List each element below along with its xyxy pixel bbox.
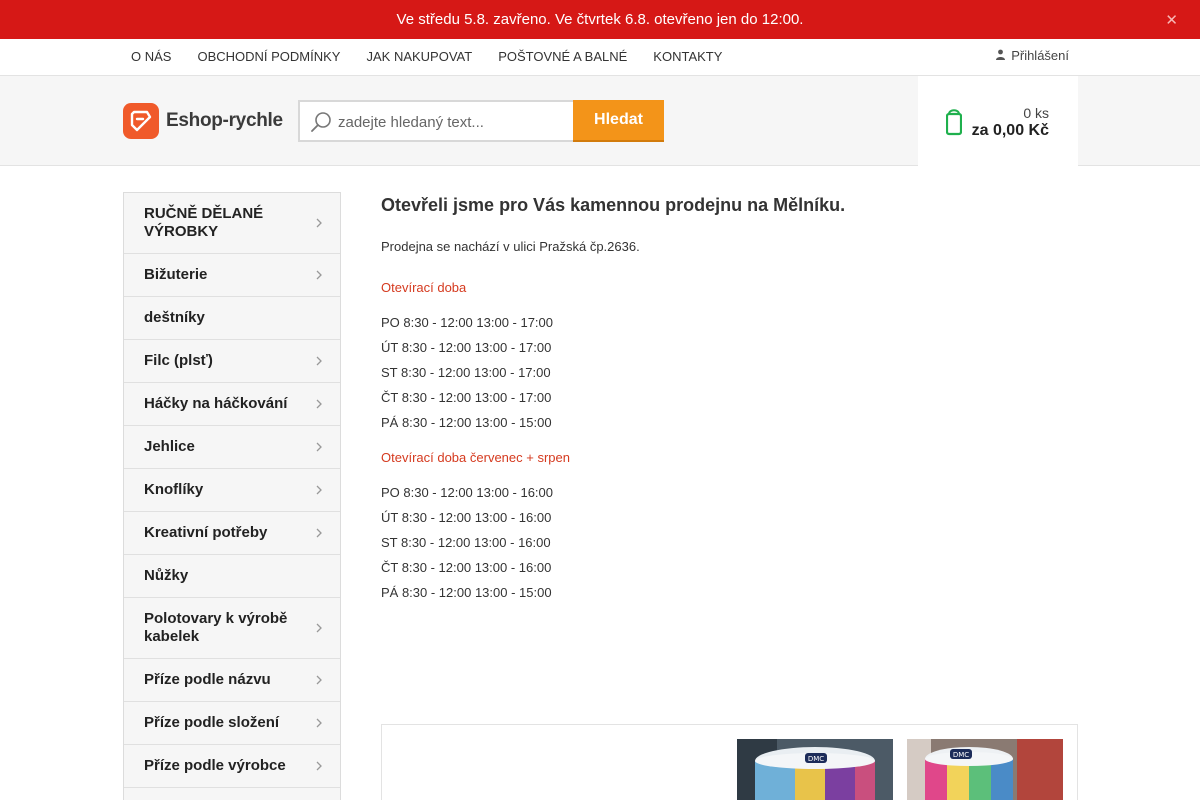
announcement-bar: Ve středu 5.8. zavřeno. Ve čtvrtek 6.8. … — [0, 0, 1200, 39]
sidebar-item-label: deštníky — [144, 309, 205, 326]
sidebar-item-filc[interactable]: Filc (plsť) — [124, 340, 340, 383]
store-photo[interactable]: DMC — [907, 739, 1063, 800]
sidebar-item-bizuterie[interactable]: Bižuterie — [124, 254, 340, 297]
chevron-right-icon — [316, 761, 322, 771]
sidebar-item-jehlice[interactable]: Jehlice — [124, 426, 340, 469]
logo-mark-icon — [123, 103, 159, 139]
sidebar-item-more[interactable] — [124, 788, 340, 800]
sidebar-item-label: Háčky na háčkování — [144, 395, 288, 412]
sidebar-item-polotovary[interactable]: Polotovary k výrobě kabelek — [124, 598, 340, 659]
chevron-right-icon — [316, 218, 322, 228]
hours-row: PÁ 8:30 - 12:00 13:00 - 15:00 — [381, 585, 552, 600]
sidebar-item-label: Příze podle výrobce — [144, 757, 286, 774]
chevron-right-icon — [316, 356, 322, 366]
cart-quantity: 0 ks — [1023, 105, 1049, 121]
logo[interactable]: Eshop-rychle — [123, 103, 283, 139]
sidebar-item-label: Knoflíky — [144, 481, 204, 498]
nav-link-postovne-a-balne[interactable]: POŠTOVNÉ A BALNÉ — [485, 49, 640, 64]
store-photo-gallery: DMC DMC — [381, 724, 1078, 800]
nav-link-o-nas[interactable]: O NÁS — [118, 49, 184, 64]
nav-link-obchodni-podminky[interactable]: OBCHODNÍ PODMÍNKY — [184, 49, 353, 64]
hours-row: ST 8:30 - 12:00 13:00 - 17:00 — [381, 365, 551, 380]
hours-row: ÚT 8:30 - 12:00 13:00 - 16:00 — [381, 510, 552, 525]
chevron-right-icon — [316, 399, 322, 409]
sidebar-item-hacky[interactable]: Háčky na háčkování — [124, 383, 340, 426]
search-icon — [310, 111, 332, 138]
search-button[interactable]: Hledat — [573, 100, 664, 142]
store-photo[interactable]: DMC — [737, 739, 893, 800]
announcement-text: Ve středu 5.8. zavřeno. Ve čtvrtek 6.8. … — [396, 11, 804, 28]
user-icon — [996, 48, 1006, 63]
hours-row: ST 8:30 - 12:00 13:00 - 16:00 — [381, 535, 551, 550]
svg-text:DMC: DMC — [808, 755, 824, 763]
chevron-right-icon — [316, 675, 322, 685]
sidebar-item-kreativni-potreby[interactable]: Kreativní potřeby — [124, 512, 340, 555]
summer-hours-heading: Otevírací doba červenec + srpen — [381, 450, 570, 465]
search-input[interactable] — [338, 111, 568, 133]
cart-widget[interactable]: 0 ks za 0,00 Kč — [918, 76, 1078, 166]
chevron-right-icon — [316, 528, 322, 538]
page-title: Otevřeli jsme pro Vás kamennou prodejnu … — [381, 195, 846, 215]
hours-row: PÁ 8:30 - 12:00 13:00 - 15:00 — [381, 415, 552, 430]
chevron-right-icon — [316, 623, 322, 633]
sidebar-item-label: Příze podle složení — [144, 714, 280, 731]
hours-row: ČT 8:30 - 12:00 13:00 - 16:00 — [381, 560, 552, 575]
store-location: Prodejna se nachází v ulici Pražská čp.2… — [381, 239, 640, 254]
shopping-bag-icon — [945, 104, 963, 141]
search-form: Hledat — [298, 100, 664, 142]
top-navigation: O NÁS OBCHODNÍ PODMÍNKY JAK NAKUPOVAT PO… — [0, 39, 1200, 76]
hours-row: PO 8:30 - 12:00 13:00 - 16:00 — [381, 485, 554, 500]
sidebar-item-label: Polotovary k výrobě kabelek — [144, 610, 288, 645]
opening-hours-list: PO 8:30 - 12:00 13:00 - 17:00 ÚT 8:30 - … — [381, 310, 1078, 435]
nav-link-kontakty[interactable]: KONTAKTY — [640, 49, 735, 64]
search-field — [298, 100, 574, 142]
sidebar-item-label: Bižuterie — [144, 266, 208, 283]
main-content: Otevřeli jsme pro Vás kamennou prodejnu … — [381, 192, 1078, 605]
chevron-right-icon — [316, 442, 322, 452]
login-label: Přihlášení — [1011, 48, 1069, 63]
chevron-right-icon — [316, 718, 322, 728]
chevron-right-icon — [316, 270, 322, 280]
summer-hours-list: PO 8:30 - 12:00 13:00 - 16:00 ÚT 8:30 - … — [381, 480, 1078, 605]
sidebar-item-nuzky[interactable]: Nůžky — [124, 555, 340, 598]
category-sidebar: RUČNĚ DĚLANÉ VÝROBKY Bižuterie deštníky … — [123, 192, 341, 800]
sidebar-item-prize-podle-slozeni[interactable]: Příze podle složení — [124, 702, 340, 745]
sidebar-item-label: Kreativní potřeby — [144, 524, 268, 541]
sidebar-item-prize-podle-nazvu[interactable]: Příze podle názvu — [124, 659, 340, 702]
site-header: Eshop-rychle Hledat 0 ks za 0,00 Kč — [0, 76, 1200, 166]
opening-hours-heading: Otevírací doba — [381, 280, 467, 295]
sidebar-item-label: Příze podle názvu — [144, 671, 271, 688]
cart-total: za 0,00 Kč — [971, 122, 1049, 139]
sidebar-item-knofliky[interactable]: Knoflíky — [124, 469, 340, 512]
sidebar-item-label: RUČNĚ DĚLANÉ VÝROBKY — [144, 205, 264, 240]
sidebar-item-label: Nůžky — [144, 567, 189, 584]
sidebar-item-prize-podle-vyrobce[interactable]: Příze podle výrobce — [124, 745, 340, 788]
chevron-right-icon — [316, 485, 322, 495]
sidebar-item-destniky[interactable]: deštníky — [124, 297, 340, 340]
sidebar-item-rucne-delane-vyrobky[interactable]: RUČNĚ DĚLANÉ VÝROBKY — [124, 193, 340, 254]
svg-text:DMC: DMC — [953, 751, 969, 759]
hours-row: ÚT 8:30 - 12:00 13:00 - 17:00 — [381, 340, 552, 355]
login-link[interactable]: Přihlášení — [996, 48, 1069, 63]
close-icon[interactable]: ✕ — [1165, 11, 1178, 29]
nav-link-jak-nakupovat[interactable]: JAK NAKUPOVAT — [353, 49, 485, 64]
sidebar-item-label: Jehlice — [144, 438, 195, 455]
sidebar-item-label: Filc (plsť) — [144, 352, 213, 369]
hours-row: PO 8:30 - 12:00 13:00 - 17:00 — [381, 315, 554, 330]
hours-row: ČT 8:30 - 12:00 13:00 - 17:00 — [381, 390, 552, 405]
logo-text: Eshop-rychle — [166, 110, 283, 131]
